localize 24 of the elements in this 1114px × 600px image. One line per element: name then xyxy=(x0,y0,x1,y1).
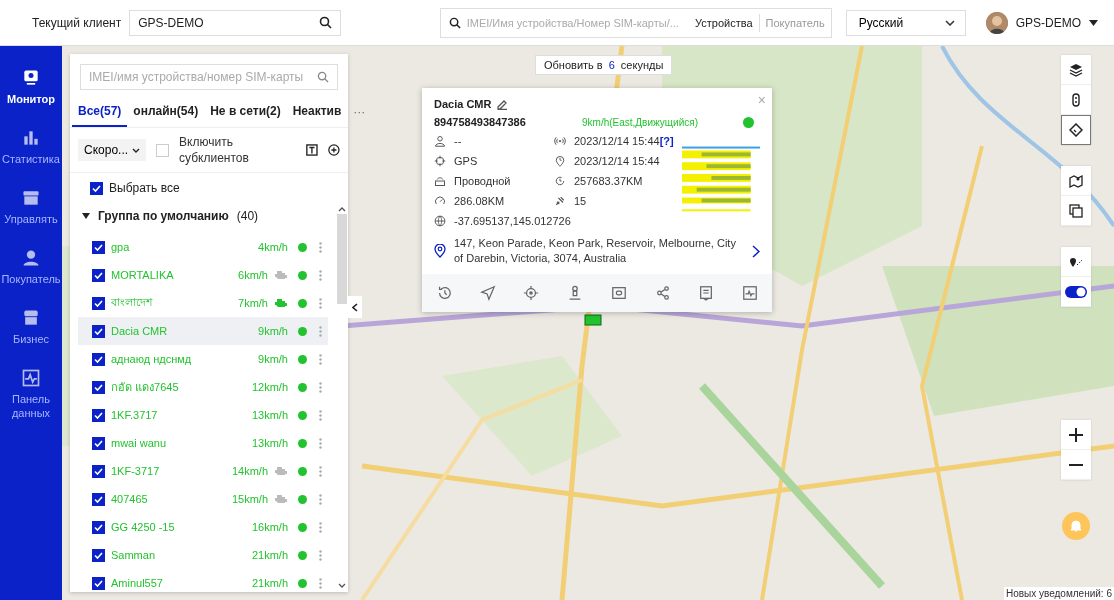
nav-item[interactable]: Статистика xyxy=(0,128,62,166)
store-icon[interactable] xyxy=(21,308,41,328)
user-name[interactable]: GPS-DEMO xyxy=(1015,15,1081,30)
nav-item[interactable]: Монитор xyxy=(0,68,62,106)
client-label: Текущий клиент xyxy=(32,15,122,30)
search-scope-tab[interactable]: Покупатель xyxy=(758,13,831,32)
nav-item[interactable]: Управлять xyxy=(0,188,62,226)
global-search-field[interactable]: IMEI/Имя устройства/Номер SIM-карты/... Устройства Покупатель xyxy=(439,7,832,38)
search-icon[interactable] xyxy=(319,16,333,29)
person-icon[interactable] xyxy=(21,248,41,268)
pulse-icon[interactable] xyxy=(21,368,41,388)
search-icon xyxy=(448,16,461,29)
language-select[interactable]: Русский xyxy=(845,9,966,36)
caret-icon[interactable] xyxy=(1089,19,1098,26)
avatar-icon[interactable] xyxy=(985,11,1008,34)
nav-item[interactable]: Покупатель xyxy=(0,248,62,286)
chevron-down-icon[interactable] xyxy=(944,19,955,26)
client-field[interactable]: GPS-DEMO xyxy=(129,9,342,36)
bar-chart-icon[interactable] xyxy=(21,128,41,148)
monitor-icon[interactable] xyxy=(21,68,41,88)
search-scope-tab[interactable]: Устройства xyxy=(689,13,759,32)
nav-item[interactable]: Бизнес xyxy=(0,308,62,346)
nav-item[interactable]: Панель данных xyxy=(0,368,62,420)
box-icon[interactable] xyxy=(21,188,41,208)
